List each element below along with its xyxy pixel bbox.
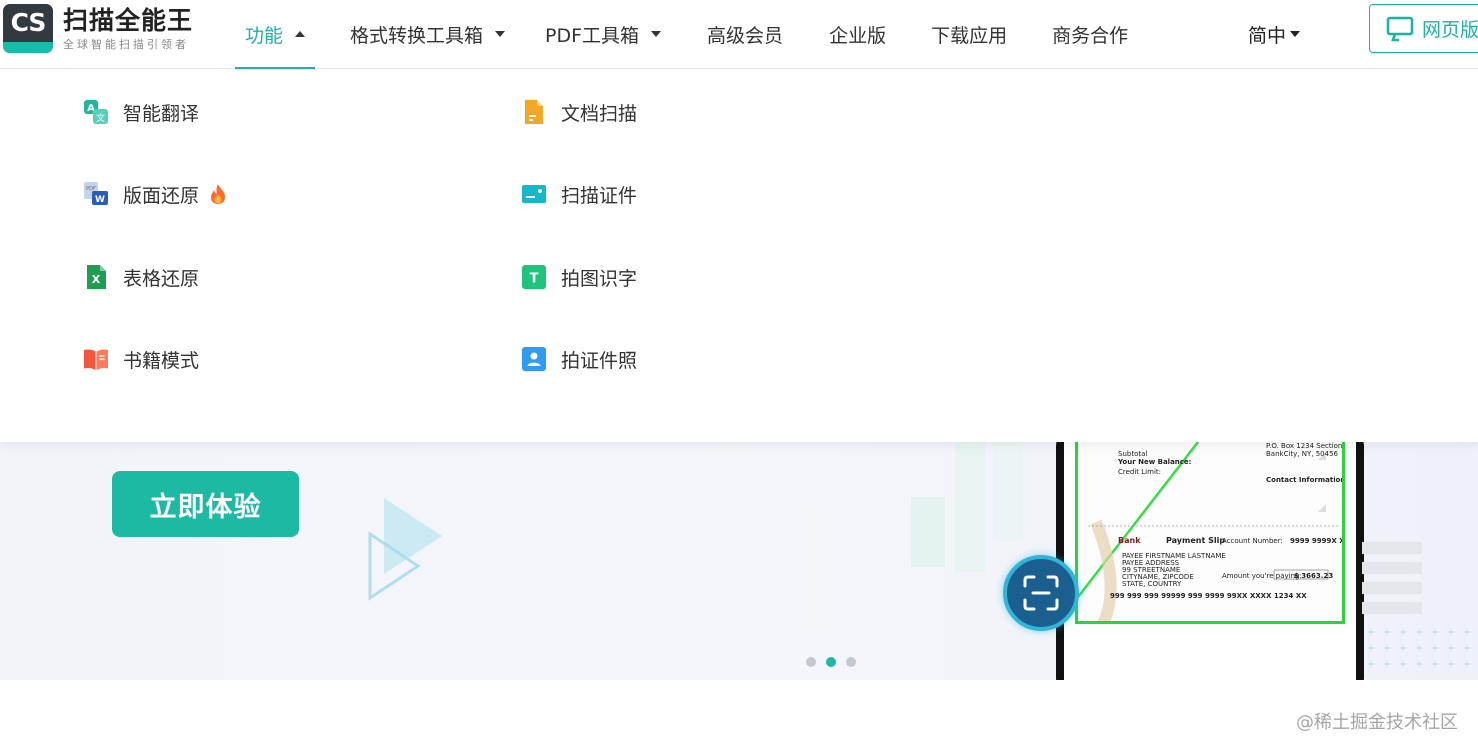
nav-item-features[interactable]: 功能 (235, 0, 315, 69)
web-version-label: 网页版 (1422, 19, 1478, 41)
document-icon (521, 99, 547, 125)
svg-text:文: 文 (96, 112, 105, 124)
brand-title: 扫描全能王 (63, 5, 194, 35)
feature-label: 智能翻译 (123, 102, 200, 125)
doc-account-label: Account Number: (1222, 537, 1283, 545)
feature-label: 表格还原 (123, 267, 200, 290)
nav-item-premium[interactable]: 高级会员 (707, 0, 783, 68)
scan-button[interactable] (1003, 555, 1079, 631)
id-card-icon (521, 181, 547, 207)
play-decoration-icon (362, 494, 452, 608)
top-header: CS 扫描全能王 全球智能扫描引领者 功能 格式转换工具箱 PDF工具箱 高级会… (0, 0, 1478, 69)
nav-item-label: 功能 (245, 24, 284, 47)
scan-icon (1021, 573, 1061, 613)
doc-payment-slip-title: Payment Slip (1166, 536, 1226, 545)
caret-down-icon (651, 31, 662, 37)
carousel-dots (806, 657, 866, 667)
feature-book-mode[interactable]: 书籍模式 (83, 344, 199, 374)
doc-contact-label: Contact Information: (1266, 476, 1345, 484)
caret-down-icon (495, 31, 506, 37)
brand-logo[interactable]: CS 扫描全能王 全球智能扫描引领者 (3, 4, 193, 53)
carousel-dot-2-active[interactable] (826, 657, 836, 667)
nav-item-label: 企业版 (829, 24, 887, 47)
scanned-document: Subtotal Your New Balance: Credit Limit:… (1075, 442, 1345, 624)
svg-text:T: T (530, 272, 539, 287)
translate-icon: A 文 (83, 99, 109, 125)
logo-mark-text: CS (10, 8, 47, 37)
text-recognition-icon: T (521, 264, 547, 290)
carousel-dot-3[interactable] (846, 657, 856, 667)
nav-item-label: 下载应用 (931, 24, 1008, 47)
feature-document-scan[interactable]: 文档扫描 (521, 97, 637, 127)
doc-address-line2: BankCity, NY, 50456 (1266, 450, 1338, 458)
nav-item-label: PDF工具箱 (545, 24, 640, 47)
nav-item-enterprise[interactable]: 企业版 (829, 0, 886, 68)
language-selector[interactable]: 简中 (1248, 0, 1301, 68)
doc-country: STATE, COUNTRY (1122, 580, 1182, 588)
doc-address-line1: P.O. Box 1234 Section 2 (1266, 442, 1345, 450)
logo-text: 扫描全能王 全球智能扫描引领者 (63, 6, 193, 52)
carousel-dot-1[interactable] (806, 657, 816, 667)
monitor-icon (1386, 16, 1414, 42)
hero-banner: 立即体验 Subtotal Your New Balance: Credit L… (0, 442, 1478, 680)
hot-flame-icon (209, 183, 227, 205)
doc-amount-value: $ 3663.23 (1294, 572, 1334, 580)
feature-table-restore[interactable]: X 表格还原 (83, 262, 199, 292)
nav-item-label: 商务合作 (1052, 24, 1129, 47)
feature-label: 书籍模式 (123, 349, 200, 372)
feature-label: 版面还原 (123, 184, 200, 207)
caret-up-icon (295, 31, 306, 37)
feature-id-photo[interactable]: 拍证件照 (521, 344, 637, 374)
doc-account-value: 9999 9999X XXXX 1234 (1290, 537, 1345, 545)
excel-icon: X (83, 264, 109, 290)
id-photo-icon (521, 346, 547, 372)
feature-label: 扫描证件 (561, 184, 638, 207)
feature-layout-restore[interactable]: PDF W 版面还原 (83, 179, 227, 209)
feature-text-recognition[interactable]: T 拍图识字 (521, 262, 637, 292)
nav-item-label: 格式转换工具箱 (350, 24, 484, 47)
features-dropdown-panel: A 文 智能翻译 PDF W 版面还原 X 表格还原 书籍模式 文档扫描 扫描证… (0, 69, 1478, 442)
doc-subtotal-label: Subtotal (1118, 450, 1148, 458)
svg-text:W: W (95, 195, 105, 205)
nav-item-business[interactable]: 商务合作 (1052, 0, 1128, 68)
brand-subtitle: 全球智能扫描引领者 (63, 37, 189, 51)
feature-label: 拍证件照 (561, 349, 638, 372)
try-now-button[interactable]: 立即体验 (112, 471, 299, 537)
feature-smart-translate[interactable]: A 文 智能翻译 (83, 97, 199, 127)
nav-item-pdf-tools[interactable]: PDF工具箱 (545, 0, 662, 68)
word-doc-icon: PDF W (83, 181, 109, 207)
caret-down-icon (1290, 31, 1301, 37)
web-version-button[interactable]: 网页版 (1369, 4, 1478, 53)
feature-scan-id[interactable]: 扫描证件 (521, 179, 637, 209)
feature-label: 拍图识字 (561, 267, 638, 290)
main-nav: 功能 格式转换工具箱 PDF工具箱 高级会员 企业版 下载应用 商务合作 (235, 0, 1128, 69)
nav-item-format-tools[interactable]: 格式转换工具箱 (350, 0, 506, 68)
nav-item-label: 高级会员 (707, 24, 784, 47)
logo-band (3, 42, 53, 53)
language-label: 简中 (1248, 24, 1287, 47)
nav-item-download[interactable]: 下载应用 (931, 0, 1007, 68)
doc-bank-name: Bank (1118, 536, 1141, 545)
doc-credit-limit-label: Credit Limit: (1118, 468, 1161, 476)
doc-amount-label: Amount you're paying: (1222, 572, 1302, 580)
watermark-text: @稀土掘金技术社区 (1296, 712, 1458, 733)
book-icon (83, 346, 109, 372)
svg-text:X: X (92, 273, 101, 286)
logo-mark: CS (3, 4, 53, 53)
doc-new-balance-label: Your New Balance: (1118, 458, 1192, 466)
grid-decoration (1362, 542, 1478, 680)
feature-label: 文档扫描 (561, 102, 638, 125)
doc-footer-numbers: 999 999 999 99999 999 9999 99XX XXXX 123… (1110, 592, 1307, 600)
